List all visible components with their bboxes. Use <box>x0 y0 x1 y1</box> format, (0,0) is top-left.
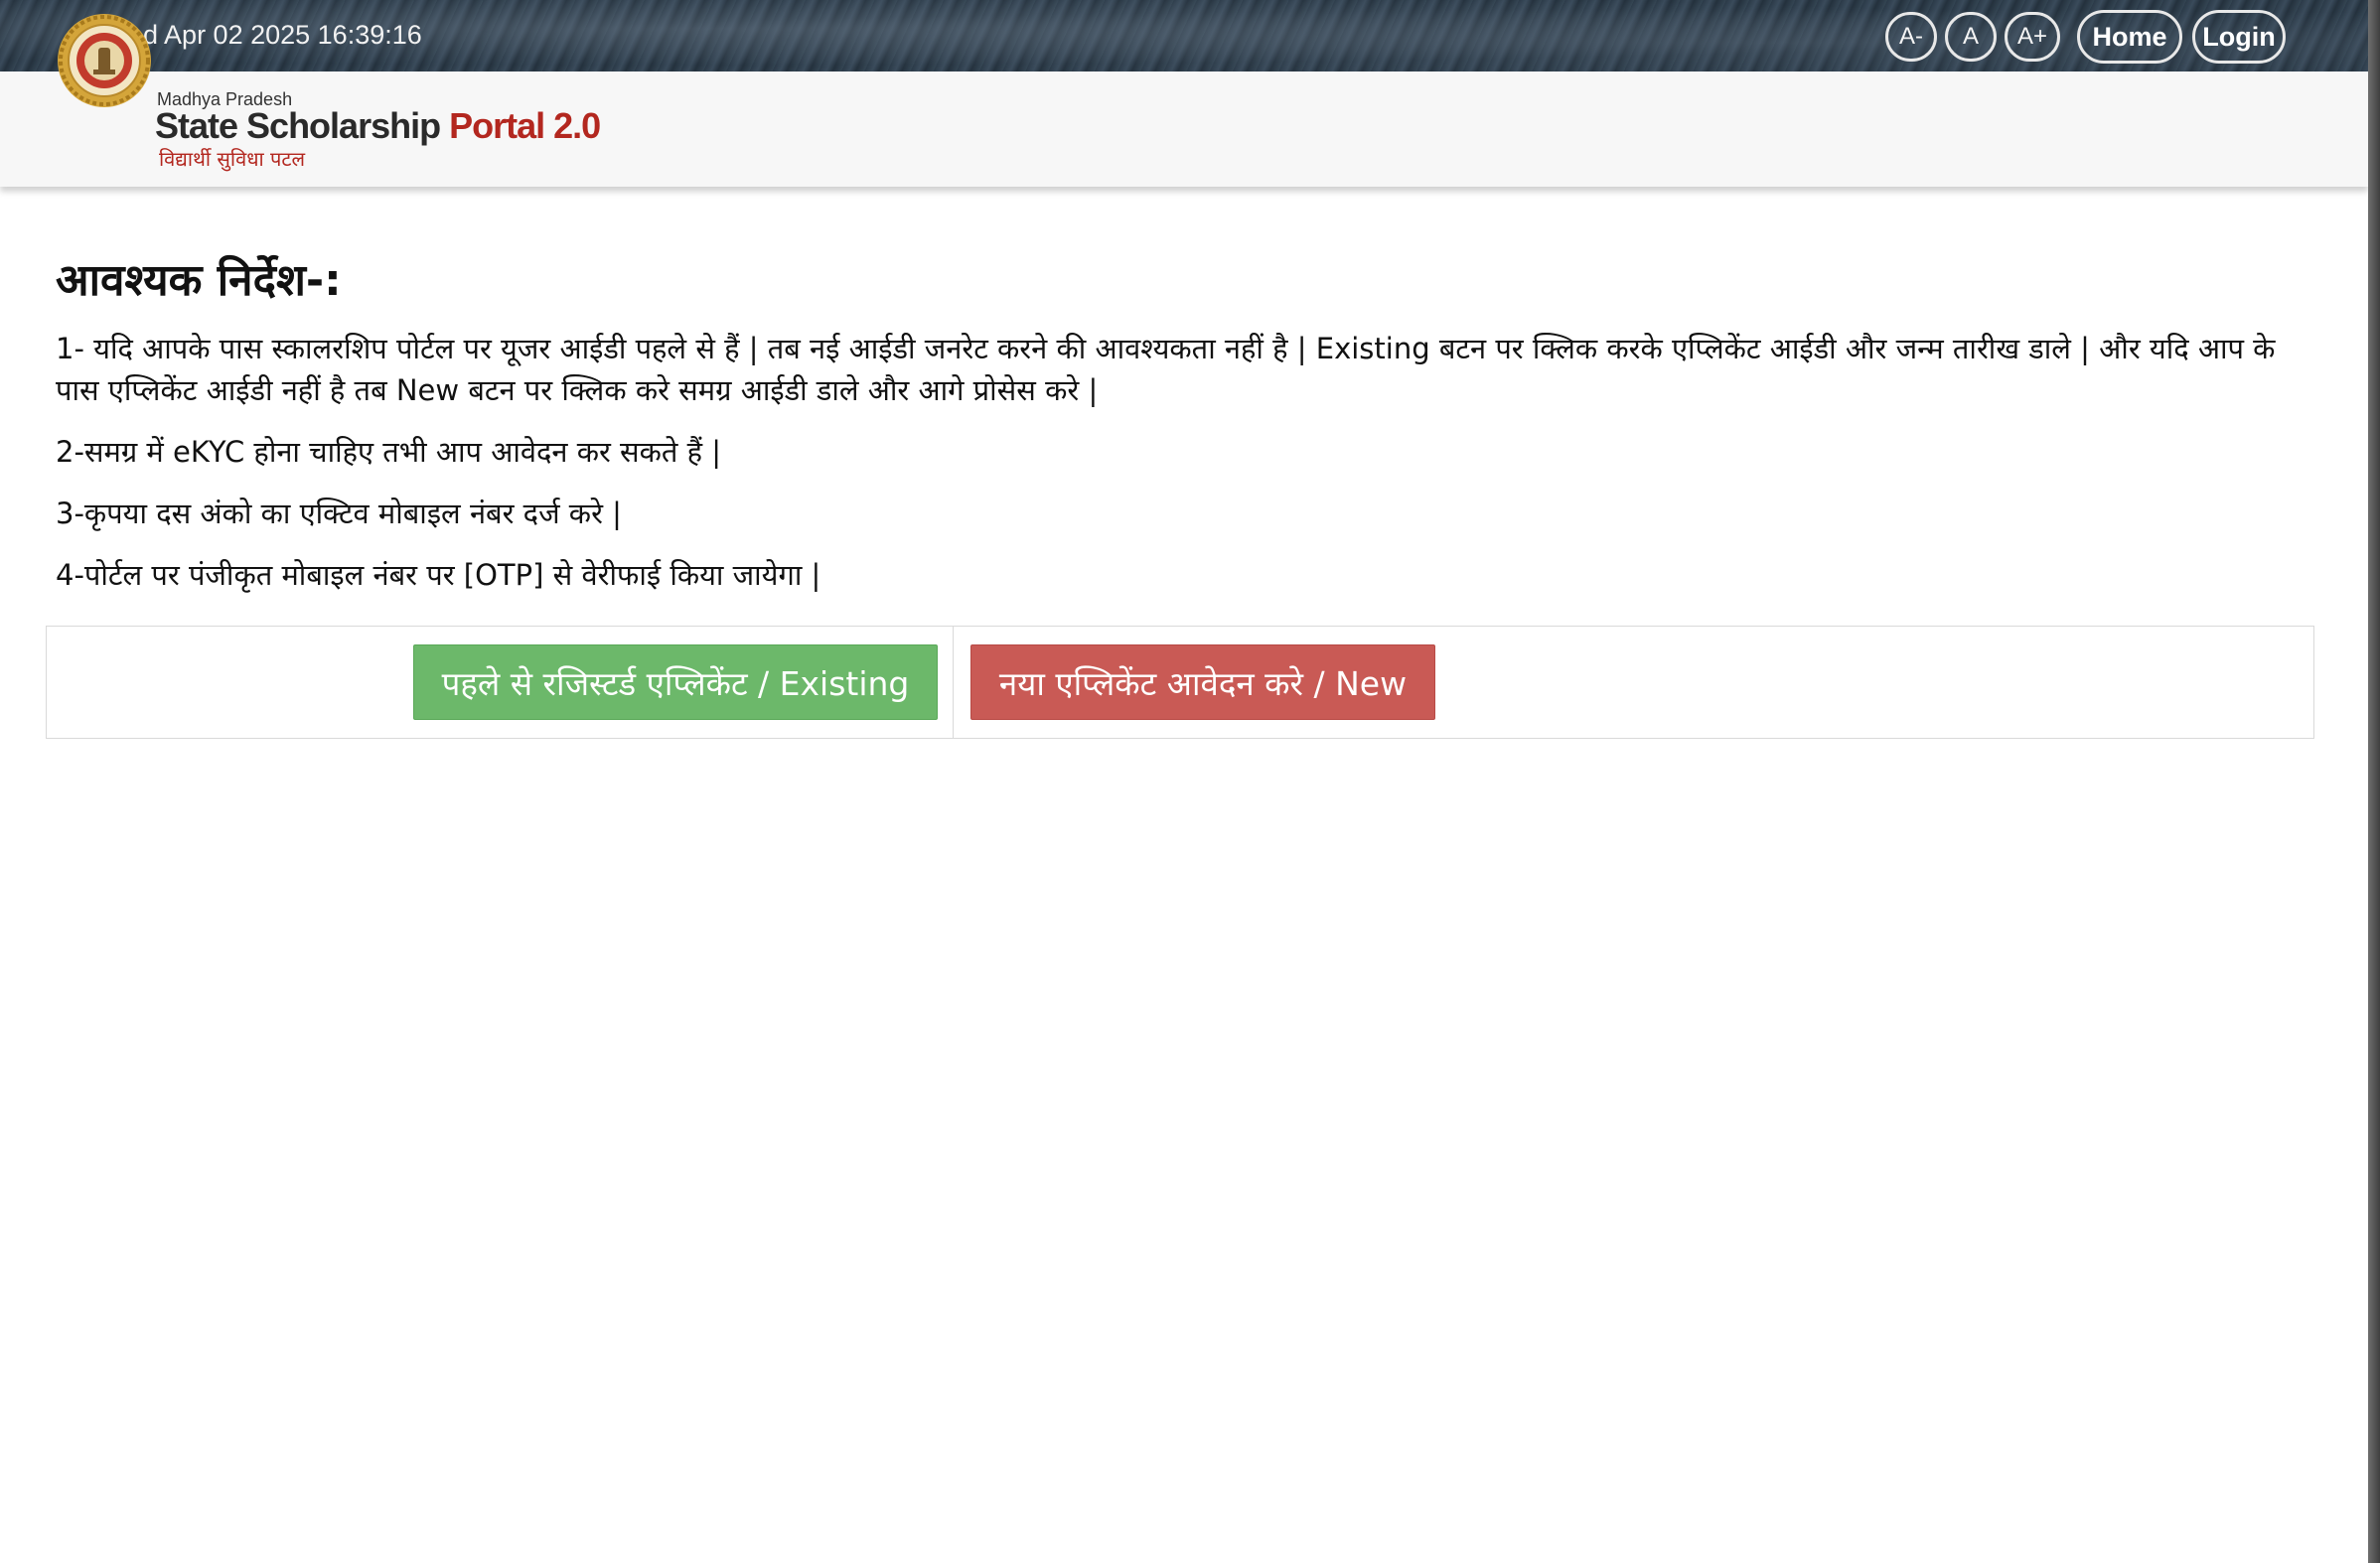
font-reset-button[interactable]: A <box>1945 12 1997 62</box>
mp-emblem-logo[interactable] <box>56 12 153 109</box>
instructions-section: आवश्यक निर्देश-: <box>56 248 2320 308</box>
new-applicant-button[interactable]: नया एप्लिकेंट आवेदन करे / New <box>970 644 1435 720</box>
instructions-heading: आवश्यक निर्देश-: <box>56 255 342 306</box>
font-increase-button[interactable]: A+ <box>2005 12 2060 62</box>
instruction-item: 4-पोर्टल पर पंजीकृत मोबाइल नंबर पर [OTP]… <box>56 558 821 592</box>
top-bar: Wed Apr 02 2025 16:39:16 A- A A+ Home Lo… <box>0 0 2368 71</box>
applicant-choice-table: पहले से रजिस्टर्ड एप्लिकेंट / Existing न… <box>46 626 2314 739</box>
window-edge-scrollbar <box>2368 0 2380 1563</box>
instruction-item: 1- यदि आपके पास स्कालरशिप पोर्टल पर यूजर… <box>56 332 2276 407</box>
logo-hindi-tagline: विद्यार्थी सुविधा पटल <box>159 147 306 171</box>
table-divider <box>953 627 954 738</box>
font-decrease-button[interactable]: A- <box>1885 12 1937 62</box>
logo-title-main: State Scholarship <box>155 105 441 146</box>
login-button[interactable]: Login <box>2192 10 2286 64</box>
instruction-item: 3-कृपया दस अंको का एक्टिव मोबाइल नंबर दर… <box>56 497 622 530</box>
instruction-item: 2-समग्र में eKYC होना चाहिए तभी आप आवेदन… <box>56 435 722 469</box>
logo-title-accent: Portal 2.0 <box>449 105 601 146</box>
logo-title: State Scholarship Portal 2.0 <box>155 105 601 147</box>
existing-applicant-button[interactable]: पहले से रजिस्टर्ड एप्लिकेंट / Existing <box>413 644 938 720</box>
home-button[interactable]: Home <box>2077 10 2182 64</box>
